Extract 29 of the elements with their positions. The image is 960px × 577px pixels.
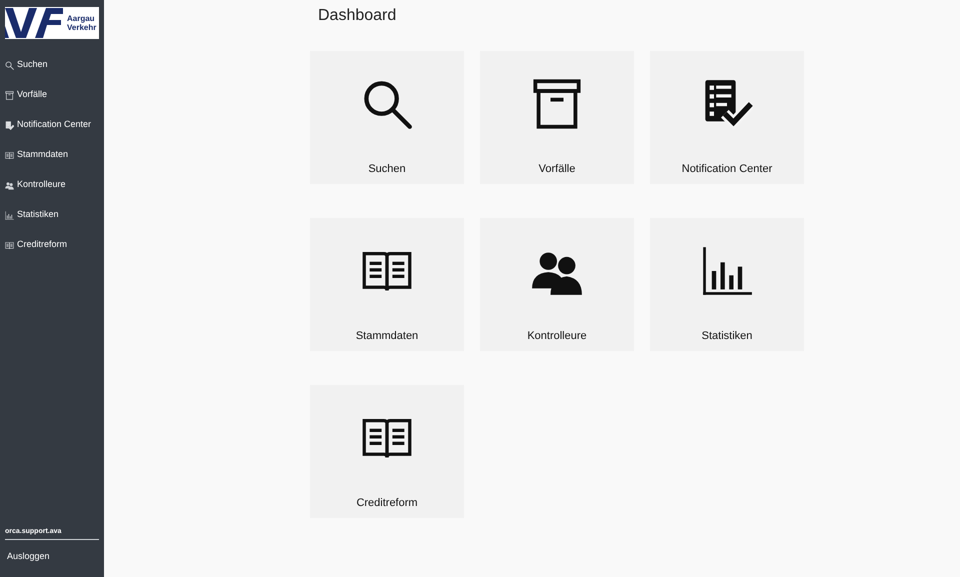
sidebar-item[interactable]: Stammdaten [0, 140, 104, 170]
dashboard-tile[interactable]: Statistiken [650, 218, 804, 351]
sidebar-item[interactable]: Vorfälle [0, 80, 104, 110]
sidebar-item[interactable]: Suchen [0, 50, 104, 80]
logout-button[interactable]: Ausloggen [7, 550, 50, 564]
dashboard-tile[interactable]: Notification Center [650, 51, 804, 184]
people-icon [5, 180, 14, 190]
logo[interactable]: Aargau Verkehr [5, 7, 99, 39]
checklist-icon [5, 120, 14, 130]
open-book-icon [5, 240, 14, 250]
sidebar-item[interactable]: Kontrolleure [0, 170, 104, 200]
logo-mark-icon [5, 8, 63, 38]
archive-box-icon [531, 78, 583, 130]
dashboard-tile[interactable]: Creditreform [310, 385, 464, 518]
sidebar-item[interactable]: Statistiken [0, 200, 104, 230]
page-title: Dashboard [318, 7, 398, 25]
open-book-icon [5, 150, 14, 160]
dashboard-tile[interactable]: Kontrolleure [480, 218, 634, 351]
archive-box-icon [5, 90, 14, 100]
bar-chart-icon [5, 210, 14, 220]
logo-text: Aargau [67, 14, 96, 23]
sidebar-item[interactable]: Creditreform [0, 230, 104, 260]
dashboard-tile[interactable]: Suchen [310, 51, 464, 184]
bar-chart-icon [701, 245, 753, 297]
logo-text: Verkehr [67, 23, 96, 32]
sidebar-item[interactable]: Notification Center [0, 110, 104, 140]
search-icon [5, 60, 14, 70]
dashboard-tile[interactable]: Vorfälle [480, 51, 634, 184]
dashboard-tile[interactable]: Stammdaten [310, 218, 464, 351]
